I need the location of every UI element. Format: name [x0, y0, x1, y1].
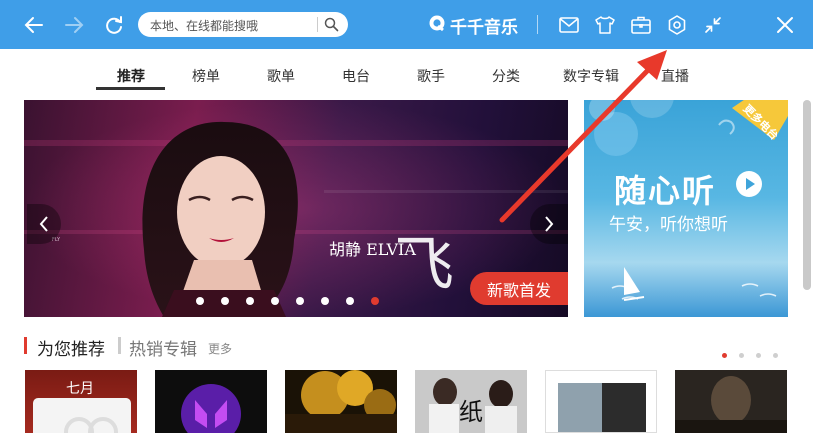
tab-recommend[interactable]: 推荐: [117, 66, 145, 86]
mail-icon[interactable]: [556, 12, 582, 38]
album-art: [181, 384, 241, 433]
app-name: 千千音乐: [450, 17, 518, 38]
section-title-hot-albums[interactable]: 热销专辑: [129, 335, 197, 360]
chevron-right-icon: [545, 216, 554, 232]
album-card[interactable]: 七月: [25, 370, 137, 433]
banner-dot[interactable]: [196, 297, 204, 305]
tab-radio[interactable]: 电台: [342, 66, 370, 86]
album-card[interactable]: [155, 370, 267, 433]
album-art: [285, 370, 397, 433]
banner-dot[interactable]: [346, 297, 354, 305]
badge-label: 新歌首发: [486, 280, 551, 300]
album-card[interactable]: [285, 370, 397, 433]
title-bar: 本地、在线都能搜哦 千千音乐: [0, 0, 813, 49]
section-accent-bar: [24, 337, 27, 354]
chevron-left-icon: [39, 216, 48, 232]
album-card[interactable]: [545, 370, 657, 433]
toolbox-icon[interactable]: [628, 12, 654, 38]
active-tab-underline: [96, 87, 165, 90]
divider: [537, 15, 538, 34]
banner-dot[interactable]: [271, 297, 279, 305]
tab-digital-albums[interactable]: 数字专辑: [563, 66, 619, 86]
play-icon[interactable]: [736, 171, 762, 197]
banner-dot[interactable]: [321, 297, 329, 305]
album-art: [675, 376, 787, 433]
page-dot[interactable]: [722, 353, 727, 358]
album-art: [558, 383, 646, 432]
banner-artist: 胡静 ELVIA: [329, 240, 416, 259]
album-card[interactable]: 纸: [415, 370, 527, 433]
back-arrow-icon[interactable]: [21, 12, 47, 38]
forward-arrow-icon[interactable]: [61, 12, 87, 38]
scrollbar[interactable]: [803, 100, 811, 290]
banner-next-button[interactable]: [530, 204, 568, 244]
banner-dot[interactable]: [371, 297, 379, 305]
tab-playlists[interactable]: 歌单: [267, 66, 295, 86]
banner-dot[interactable]: [221, 297, 229, 305]
featured-banner[interactable]: 飞 FLY 胡静 ELVIA 新歌首发: [24, 100, 568, 317]
tab-categories[interactable]: 分类: [492, 66, 520, 86]
search-box[interactable]: 本地、在线都能搜哦: [138, 12, 348, 37]
app-logo: 千千音乐: [428, 13, 518, 38]
close-icon[interactable]: [772, 12, 798, 38]
logo-icon: [428, 14, 446, 37]
page-dot[interactable]: [773, 353, 778, 358]
search-input[interactable]: 本地、在线都能搜哦: [150, 17, 258, 34]
tab-charts[interactable]: 榜单: [192, 66, 220, 86]
page-dot[interactable]: [756, 353, 761, 358]
side-radio-banner[interactable]: 更多电台 随心听 午安，听你想听: [584, 100, 788, 317]
more-link[interactable]: 更多: [208, 340, 232, 357]
banner-dot[interactable]: [296, 297, 304, 305]
album-card[interactable]: [675, 370, 787, 433]
section-divider: [118, 337, 121, 354]
tab-artists[interactable]: 歌手: [417, 66, 445, 86]
new-release-badge: 新歌首发: [470, 272, 568, 305]
banner-dot[interactable]: [246, 297, 254, 305]
search-icon[interactable]: [324, 17, 339, 36]
page-dot[interactable]: [739, 353, 744, 358]
refresh-icon[interactable]: [101, 12, 127, 38]
album-title: 纸: [459, 398, 483, 426]
tab-live[interactable]: 直播: [661, 66, 689, 86]
skin-shirt-icon[interactable]: [592, 12, 618, 38]
side-banner-subtitle: 午安，听你想听: [609, 215, 728, 235]
side-banner-title: 随心听: [614, 172, 717, 210]
settings-gear-icon[interactable]: [664, 12, 690, 38]
section-title-recommend[interactable]: 为您推荐: [37, 335, 105, 360]
search-divider: [317, 17, 318, 32]
mini-mode-icon[interactable]: [700, 12, 726, 38]
